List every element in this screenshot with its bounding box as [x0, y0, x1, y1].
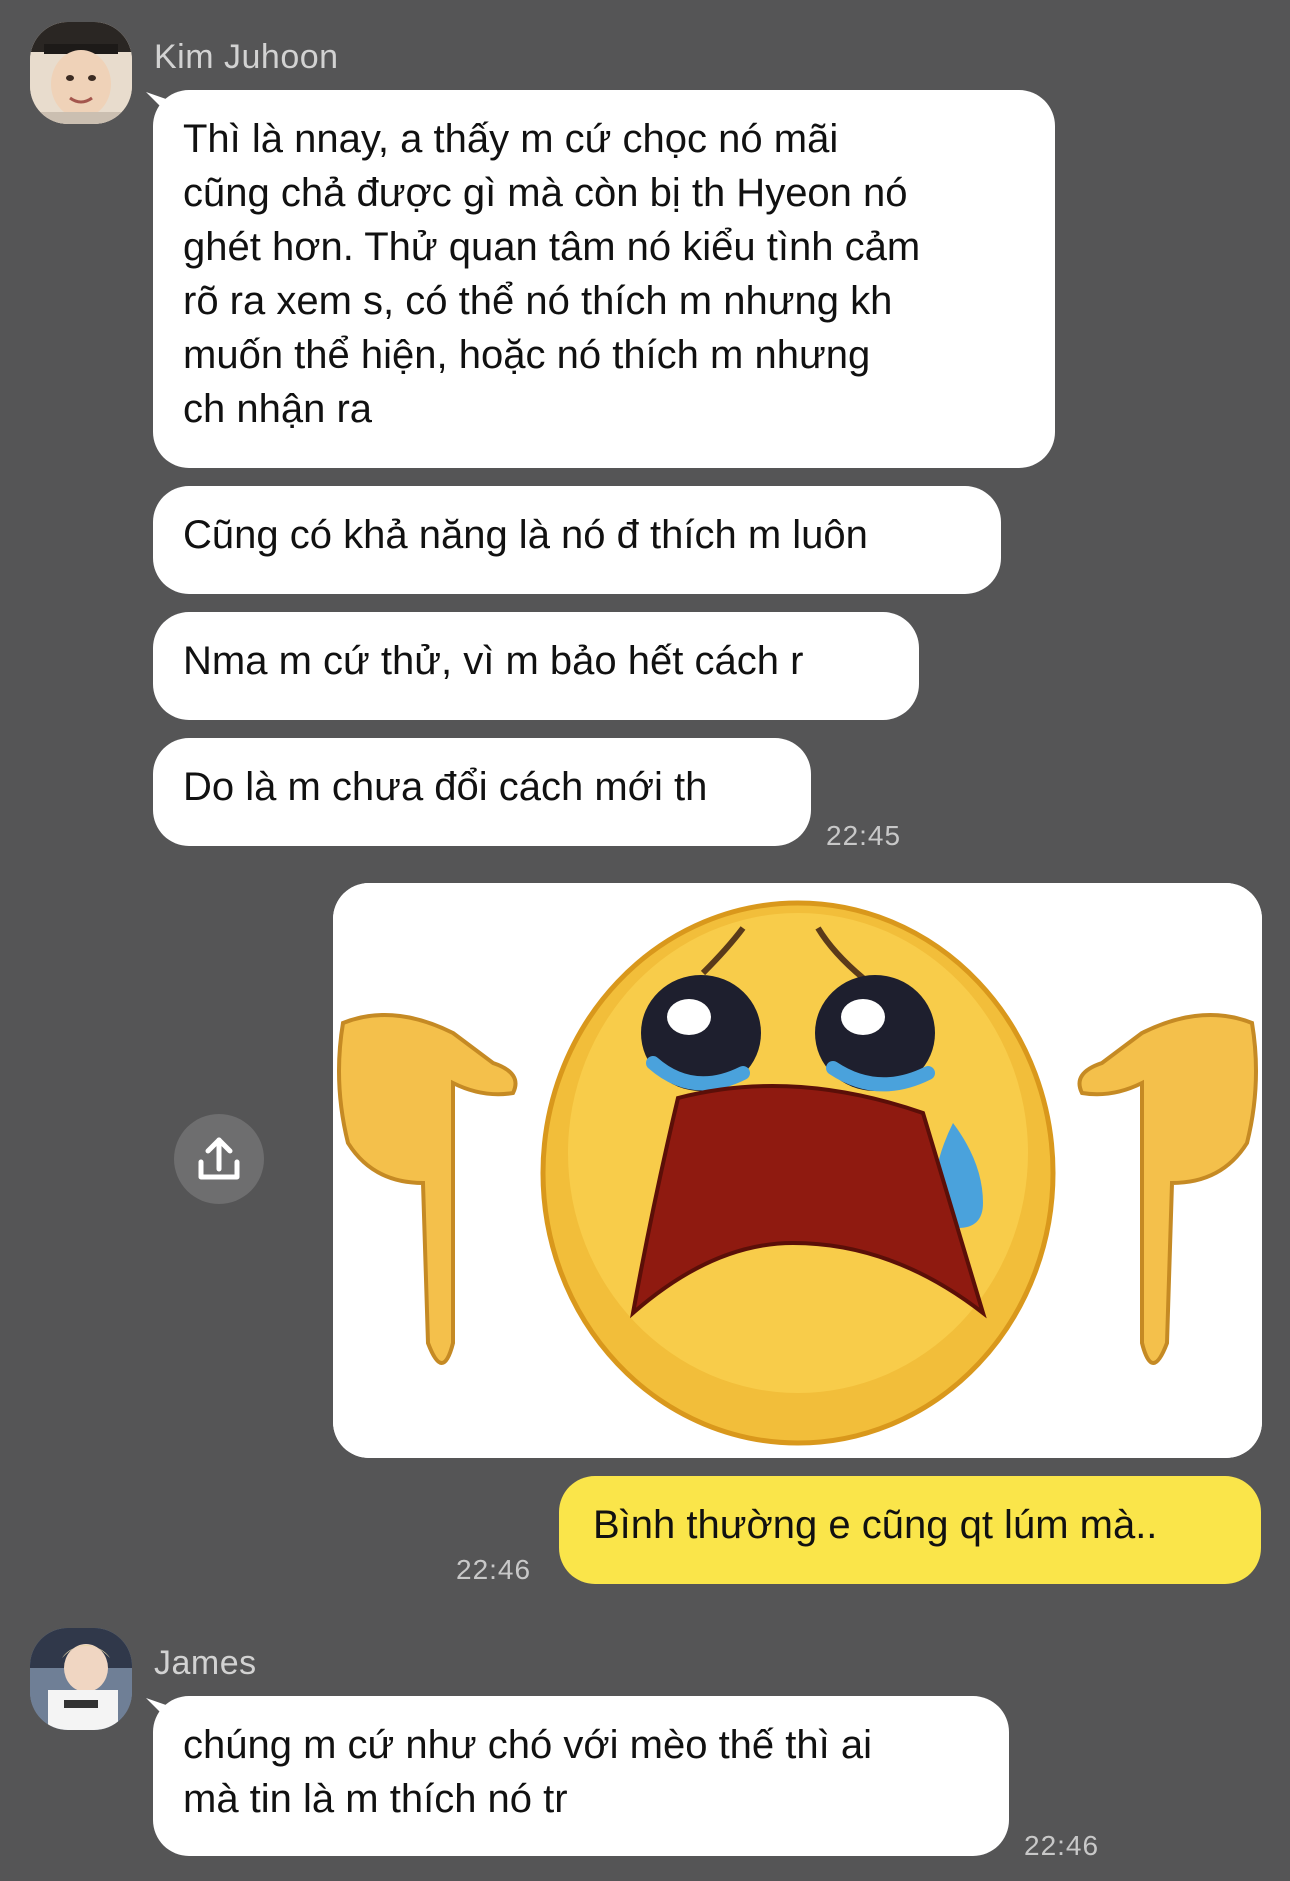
share-upload-icon [198, 1137, 240, 1180]
message-bubble[interactable]: Do là m chưa đổi cách mới th [153, 738, 811, 846]
image-message[interactable] [333, 883, 1262, 1458]
message-bubble[interactable]: Thì là nnay, a thấy m cứ chọc nó mãi cũn… [153, 90, 1055, 468]
message-timestamp: 22:46 [1024, 1830, 1100, 1861]
avatar-james-image [30, 1628, 132, 1730]
sender-name-james: James [154, 1644, 257, 1682]
message-bubble-mine[interactable]: Bình thường e cũng qt lúm mà.. [559, 1476, 1261, 1584]
message-bubble[interactable]: chúng m cứ như chó với mèo thế thì ai mà… [153, 1696, 1009, 1856]
avatar-kim-juhoon[interactable] [30, 22, 132, 124]
sender-name-kim: Kim Juhoon [154, 38, 339, 76]
message-timestamp: 22:45 [826, 820, 902, 851]
message-bubble[interactable]: Nma m cứ thử, vì m bảo hết cách r [153, 612, 919, 720]
share-button[interactable] [174, 1114, 264, 1204]
message-timestamp: 22:46 [456, 1554, 532, 1585]
avatar-kim-juhoon-image [30, 22, 132, 124]
message-bubble[interactable]: Cũng có khả năng là nó đ thích m luôn [153, 486, 1001, 594]
avatar-james[interactable] [30, 1628, 132, 1730]
crying-emoji-image [333, 883, 1262, 1458]
